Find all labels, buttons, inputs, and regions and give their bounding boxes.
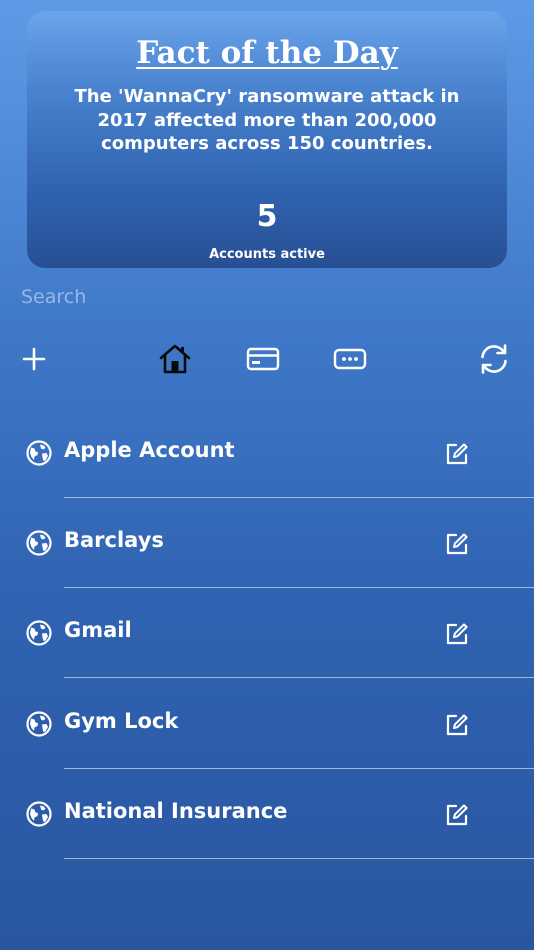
account-row[interactable]: National Insurance <box>0 776 534 866</box>
edit-icon[interactable] <box>443 440 471 468</box>
accounts-count-label: Accounts active <box>209 247 325 262</box>
fact-of-the-day-card: Fact of the Day The 'WannaCry' ransomwar… <box>27 11 507 268</box>
accounts-count: 5 <box>256 199 278 234</box>
passwords-tab-button[interactable] <box>330 339 370 379</box>
globe-icon <box>25 619 53 647</box>
globe-icon <box>25 800 53 828</box>
plus-icon <box>22 347 46 371</box>
add-button[interactable] <box>14 339 54 379</box>
sync-button[interactable] <box>474 339 514 379</box>
account-name: Gym Lock <box>64 709 179 733</box>
card-icon <box>246 347 280 371</box>
edit-icon[interactable] <box>443 801 471 829</box>
cards-tab-button[interactable] <box>243 339 283 379</box>
edit-icon[interactable] <box>443 711 471 739</box>
account-row[interactable]: Barclays <box>0 505 534 595</box>
account-name: Apple Account <box>64 438 235 462</box>
edit-icon[interactable] <box>443 530 471 558</box>
row-divider <box>64 497 534 498</box>
fact-title: Fact of the Day <box>136 35 398 71</box>
search-input[interactable] <box>21 284 511 310</box>
password-icon <box>333 348 367 370</box>
account-name: National Insurance <box>64 799 288 823</box>
account-name: Gmail <box>64 618 132 642</box>
edit-icon[interactable] <box>443 620 471 648</box>
account-name: Barclays <box>64 528 164 552</box>
globe-icon <box>25 710 53 738</box>
account-row[interactable]: Gmail <box>0 595 534 685</box>
account-row[interactable]: Apple Account <box>0 415 534 505</box>
home-tab-button[interactable] <box>155 339 195 379</box>
home-icon <box>159 344 191 374</box>
sync-icon <box>481 344 507 374</box>
row-divider <box>64 858 534 859</box>
globe-icon <box>25 529 53 557</box>
row-divider <box>64 768 534 769</box>
row-divider <box>64 587 534 588</box>
account-row[interactable]: Gym Lock <box>0 686 534 776</box>
row-divider <box>64 677 534 678</box>
fact-text: The 'WannaCry' ransomware attack in 2017… <box>74 86 460 154</box>
globe-icon <box>25 439 53 467</box>
